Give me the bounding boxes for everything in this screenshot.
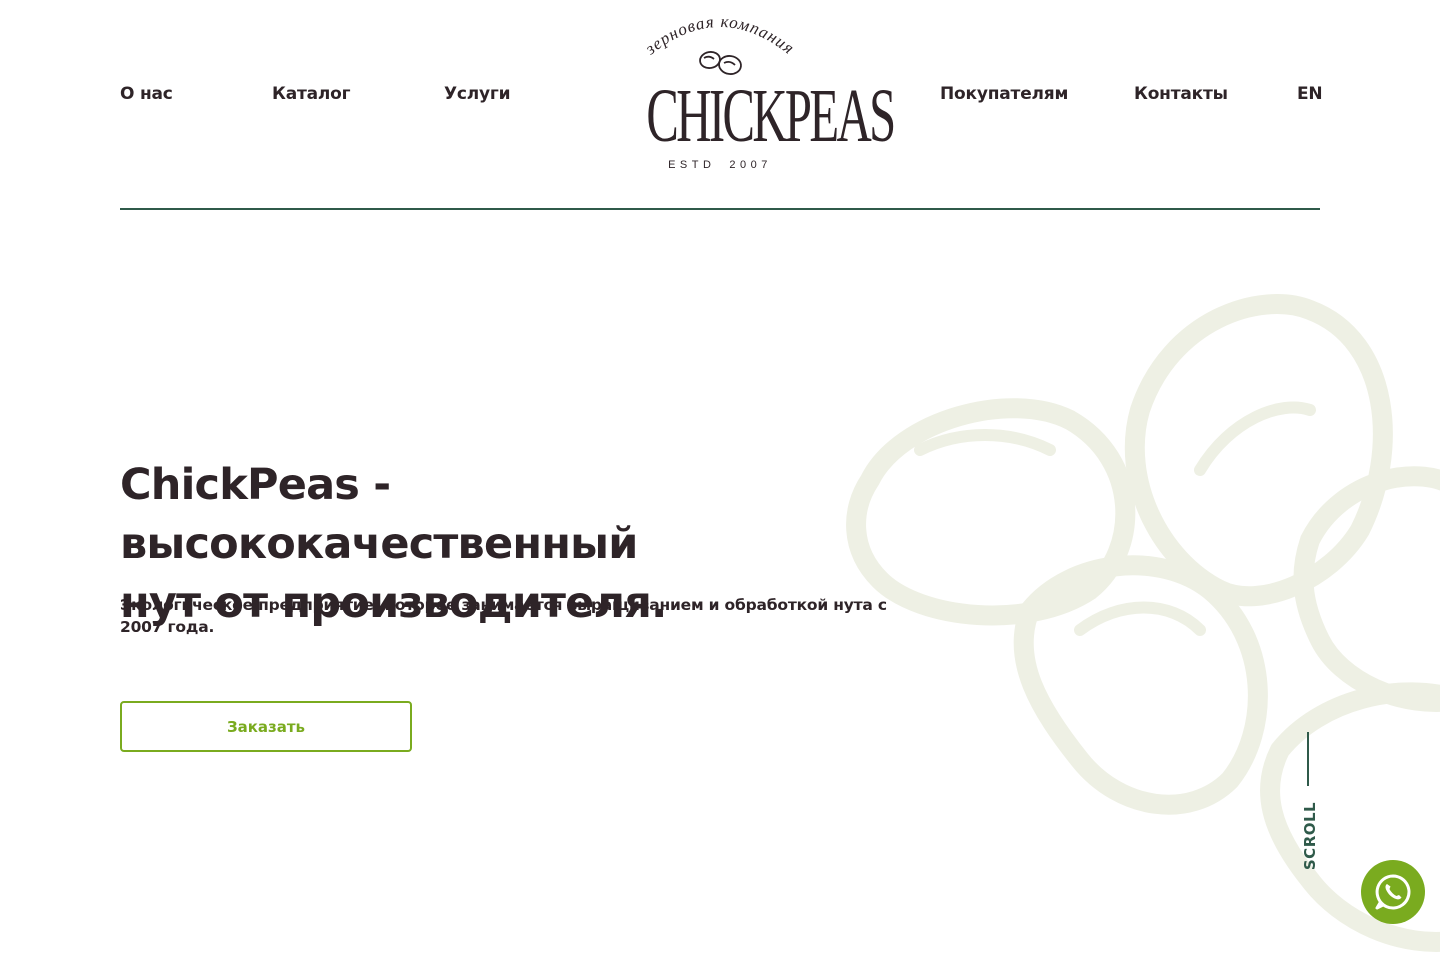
logo-estd: ESTD 2007 — [605, 159, 835, 171]
whatsapp-button[interactable] — [1361, 860, 1425, 924]
hero-subtitle: Экологическое предприятие, которое заним… — [120, 596, 887, 636]
chickpea-illustration — [846, 294, 1440, 952]
scroll-indicator[interactable]: SCROLL — [1301, 802, 1319, 870]
hero-title-line1: ChickPeas - высококачественный — [120, 460, 638, 569]
whatsapp-icon — [1375, 874, 1411, 910]
nav-about[interactable]: О нас — [120, 84, 173, 104]
order-button[interactable]: Заказать — [120, 701, 412, 752]
chickpea-shape — [1124, 294, 1393, 607]
nav-services[interactable]: Услуги — [444, 84, 511, 104]
nav-catalog[interactable]: Каталог — [272, 84, 351, 104]
logo-tagline: зерновая компания — [641, 12, 798, 59]
logo-brand: CHICKPEAS — [646, 74, 896, 158]
nav-contacts[interactable]: Контакты — [1134, 84, 1228, 104]
scroll-indicator-line — [1307, 732, 1309, 786]
logo-estd-year: 2007 — [729, 159, 772, 171]
header-divider — [120, 208, 1320, 210]
chickpea-icon — [699, 51, 742, 75]
nav-buyers[interactable]: Покупателям — [940, 84, 1068, 104]
svg-text:зерновая компания: зерновая компания — [641, 12, 799, 59]
language-switch[interactable]: EN — [1297, 84, 1323, 104]
site-logo[interactable]: зерновая компания CHICKPEAS ESTD 2007 — [605, 8, 896, 180]
logo-estd-label: ESTD — [668, 159, 716, 171]
